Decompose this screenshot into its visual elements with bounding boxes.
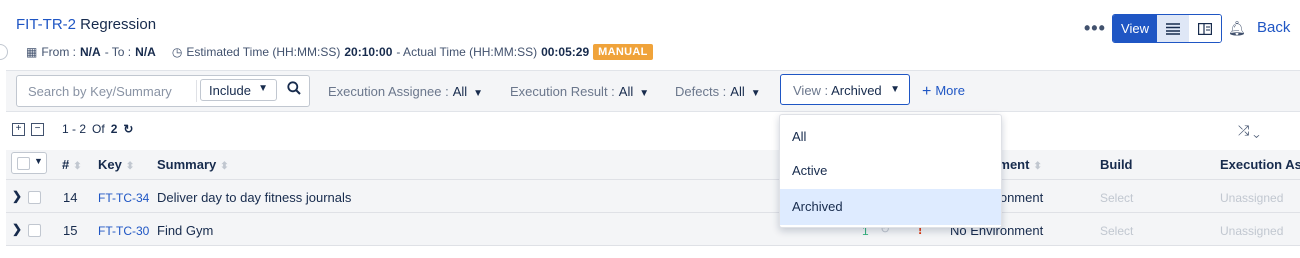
column-settings-icon[interactable]: ⤮ ⌄ <box>1238 122 1260 139</box>
more-filters-button[interactable]: + More <box>922 83 965 101</box>
search-box: Search by Key/Summary Include ▼ <box>16 75 310 107</box>
row-key-link[interactable]: FT-TC-34 <box>98 191 149 205</box>
search-icon[interactable] <box>287 81 301 98</box>
col-assignee-label: Execution As <box>1220 157 1300 172</box>
view-option-archived[interactable]: Archived <box>780 189 1001 225</box>
chevron-down-icon: ▼ <box>258 83 268 94</box>
view-filter-select[interactable]: View : Archived ▼ <box>780 74 910 105</box>
col-summary[interactable]: Summary ⬍ <box>157 157 229 172</box>
to-label: - To : <box>104 45 132 59</box>
result-filter[interactable]: Execution Result : All ▼ <box>510 84 649 99</box>
refresh-icon[interactable]: ↻ <box>123 122 133 136</box>
estimated-time-value: 20:10:00 <box>344 45 393 59</box>
defects-filter-value: All <box>730 84 745 99</box>
result-filter-label: Execution Result : <box>510 84 615 99</box>
bell-icon[interactable]: 🔔︎ <box>1228 20 1246 37</box>
expand-all-icon[interactable]: + <box>12 122 25 136</box>
collapse-handle[interactable] <box>0 44 8 60</box>
select-all-checkbox[interactable]: ▼ <box>11 152 47 174</box>
chevron-down-icon: ▼ <box>750 88 761 99</box>
row-key-link[interactable]: FT-TC-30 <box>98 224 149 238</box>
sort-icon: ⬍ <box>125 161 135 172</box>
col-key[interactable]: Key ⬍ <box>98 157 134 172</box>
back-button[interactable]: Back <box>1257 19 1290 36</box>
expand-row-icon[interactable]: ❯ <box>12 222 22 236</box>
from-value: N/A <box>80 45 101 59</box>
assignee-select[interactable]: Unassigned <box>1220 191 1283 205</box>
chevron-down-icon: ▼ <box>473 88 484 99</box>
view-toggle-group: View <box>1112 14 1222 43</box>
collapse-all-icon[interactable]: − <box>31 122 44 136</box>
sort-icon: ⬍ <box>220 161 229 172</box>
test-run-key[interactable]: FIT-TR-2 <box>16 16 76 33</box>
view-filter-dropdown: All Active Archived <box>779 114 1002 228</box>
page-title: FIT-TR-2 Regression <box>16 16 156 33</box>
row-number: 14 <box>63 190 78 205</box>
sort-icon: ⬍ <box>1033 161 1042 172</box>
assignee-filter[interactable]: Execution Assignee : All ▼ <box>328 84 483 99</box>
assignee-select[interactable]: Unassigned <box>1220 224 1283 238</box>
divider <box>196 80 197 102</box>
include-label: Include <box>209 82 251 98</box>
assignee-filter-label: Execution Assignee : <box>328 84 449 99</box>
search-input[interactable]: Search by Key/Summary <box>28 84 172 99</box>
chevron-down-icon: ▼ <box>890 84 900 95</box>
defects-filter[interactable]: Defects : All ▼ <box>675 84 761 99</box>
calendar-icon: ▦ <box>26 45 38 59</box>
build-select[interactable]: Select <box>1100 191 1133 205</box>
col-summary-label: Summary <box>157 157 217 172</box>
row-checkbox[interactable] <box>28 191 41 204</box>
col-number[interactable]: # ⬍ <box>62 157 82 172</box>
actual-time-label: - Actual Time (HH:MM:SS) <box>396 45 538 59</box>
run-meta: ▦ From : N/A - To : N/A ◷ Estimated Time… <box>10 44 653 60</box>
plus-icon: + <box>922 83 932 100</box>
pager-total: 2 <box>110 122 118 136</box>
view-filter-label: View : <box>793 83 829 98</box>
defects-filter-label: Defects : <box>675 84 727 99</box>
pager: + − 1 - 2 Of 2 ↻ <box>12 122 133 136</box>
build-select[interactable]: Select <box>1100 224 1133 238</box>
col-key-label: Key <box>98 157 122 172</box>
from-label: From : <box>41 45 77 59</box>
row-summary: Deliver day to day fitness journals <box>157 190 352 205</box>
test-run-name: Regression <box>80 16 157 33</box>
more-filters-label: More <box>935 83 965 98</box>
actual-time-value: 00:05:29 <box>541 45 590 59</box>
view-option-active[interactable]: Active <box>780 153 1001 189</box>
checkbox-icon <box>17 157 30 170</box>
expand-row-icon[interactable]: ❯ <box>12 189 22 203</box>
to-value: N/A <box>135 45 156 59</box>
view-option-all[interactable]: All <box>780 119 1001 155</box>
row-summary: Find Gym <box>157 223 214 238</box>
clock-icon: ◷ <box>171 45 183 59</box>
pager-of-label: Of <box>92 122 105 136</box>
sort-icon: ⬍ <box>73 161 82 172</box>
chevron-down-icon: ▼ <box>34 156 43 166</box>
row-checkbox[interactable] <box>28 224 41 237</box>
estimated-time-label: Estimated Time (HH:MM:SS) <box>186 45 341 59</box>
list-view-icon[interactable] <box>1157 15 1189 42</box>
pager-range: 1 - 2 <box>62 122 87 136</box>
col-number-label: # <box>62 157 70 172</box>
view-filter-value: Archived <box>831 83 882 98</box>
include-select[interactable]: Include ▼ <box>200 79 277 101</box>
view-button[interactable]: View <box>1113 15 1157 42</box>
col-assignee[interactable]: Execution As <box>1220 157 1300 172</box>
detail-view-icon[interactable] <box>1189 15 1221 42</box>
col-build-label: Build <box>1100 157 1133 172</box>
assignee-filter-value: All <box>452 84 468 99</box>
chevron-down-icon: ▼ <box>639 88 650 99</box>
row-number: 15 <box>63 223 78 238</box>
result-filter-value: All <box>618 84 634 99</box>
more-actions-button[interactable]: ••• <box>1084 18 1106 39</box>
col-build[interactable]: Build <box>1100 157 1133 172</box>
manual-badge: MANUAL <box>593 44 653 60</box>
